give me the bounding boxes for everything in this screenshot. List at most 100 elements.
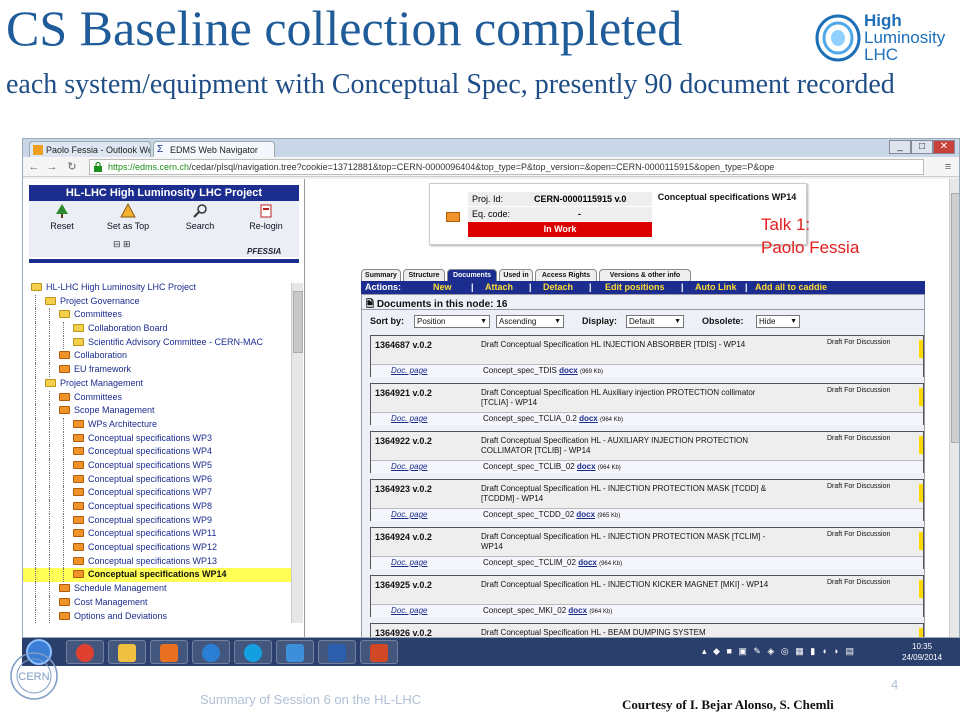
action-separator: |: [745, 282, 748, 292]
system-tray[interactable]: ▴ ◆ ■ ▣ ✎ ◈ ◎ ▦ ▮ ◖ ◗ ▤: [702, 646, 856, 657]
doc-page-link[interactable]: Doc. page: [391, 462, 427, 471]
docx-link[interactable]: docx: [559, 366, 578, 375]
tree-item[interactable]: WPs Architecture: [23, 417, 293, 432]
doc-page-link[interactable]: Doc. page: [391, 558, 427, 567]
taskbar-ie[interactable]: [192, 640, 230, 664]
tree-item[interactable]: Collaboration Board: [23, 322, 293, 336]
action-add-all-to-caddie[interactable]: Add all to caddie: [755, 281, 827, 294]
search-button[interactable]: Search: [167, 203, 233, 231]
sort-order-select[interactable]: Ascending ▼: [496, 315, 564, 328]
tree-item[interactable]: Conceptual specifications WP4: [23, 445, 293, 459]
docx-link[interactable]: docx: [576, 510, 595, 519]
reload-icon[interactable]: ↻: [65, 160, 79, 174]
tree-item[interactable]: Committees: [23, 390, 293, 405]
docx-link[interactable]: docx: [579, 414, 598, 423]
content-scrollbar[interactable]: [949, 179, 959, 637]
lync-icon: [286, 644, 304, 662]
tree-item[interactable]: Conceptual specifications WP13: [23, 554, 293, 569]
tree-connector: [35, 513, 36, 528]
tree-item[interactable]: Project Governance: [23, 294, 293, 309]
file-name: Concept_spec_TCLIB_02: [483, 462, 575, 471]
tab-access-rights[interactable]: Access Rights: [535, 269, 597, 281]
chrome-icon: [76, 644, 94, 662]
tab-outlook[interactable]: Paolo Fessia - Outlook We: [29, 141, 151, 157]
tree-item[interactable]: Collaboration: [23, 349, 293, 364]
tree-item[interactable]: Conceptual specifications WP8: [23, 500, 293, 514]
menu-icon[interactable]: ≡: [941, 160, 955, 174]
document-id[interactable]: 1364924 v.0.2: [375, 532, 432, 542]
tree-item[interactable]: Conceptual specifications WP9: [23, 513, 293, 528]
reset-button[interactable]: Reset: [29, 203, 95, 231]
tree-item[interactable]: Scope Management: [23, 404, 293, 418]
close-button[interactable]: ✕: [933, 140, 955, 154]
action-new[interactable]: New: [433, 281, 452, 294]
sort-by-select[interactable]: Position ▼: [414, 315, 490, 328]
taskbar-skype[interactable]: [234, 640, 272, 664]
document-id[interactable]: 1364925 v.0.2: [375, 580, 432, 590]
doc-page-link[interactable]: Doc. page: [391, 510, 427, 519]
doc-page-link[interactable]: Doc. page: [391, 366, 427, 375]
tree-item[interactable]: Conceptual specifications WP7: [23, 486, 293, 500]
tree-item[interactable]: Conceptual specifications WP6: [23, 472, 293, 487]
document-id[interactable]: 1364687 v.0.2: [375, 340, 432, 350]
set-as-top-button[interactable]: Set as Top: [95, 203, 161, 231]
document-id[interactable]: 1364921 v.0.2: [375, 388, 432, 398]
clock-time: 10:35: [912, 642, 933, 651]
tree-item[interactable]: Schedule Management: [23, 582, 293, 596]
tab-used-in[interactable]: Used in: [499, 269, 533, 281]
folder-icon: [59, 406, 70, 415]
tab-structure[interactable]: Structure: [403, 269, 445, 281]
action-detach[interactable]: Detach: [543, 281, 573, 294]
action-auto-link[interactable]: Auto Link: [695, 281, 737, 294]
document-id[interactable]: 1364926 v.0.2: [375, 628, 432, 637]
tree-scroll-thumb[interactable]: [293, 291, 303, 353]
taskbar-lync[interactable]: [276, 640, 314, 664]
document-id[interactable]: 1364923 v.0.2: [375, 484, 432, 494]
doc-page-link[interactable]: Doc. page: [391, 606, 427, 615]
tree-scrollbar[interactable]: [291, 283, 303, 623]
tree-item[interactable]: Scientific Advisory Committee - CERN-MAC: [23, 335, 293, 350]
doc-page-link[interactable]: Doc. page: [391, 414, 427, 423]
tree-item[interactable]: Options and Deviations: [23, 609, 293, 624]
tree-item-label: Conceptual specifications WP8: [88, 501, 213, 511]
tree-connector: [49, 609, 50, 624]
action-edit-positions[interactable]: Edit positions: [605, 281, 665, 294]
taskbar-clock[interactable]: 10:35 24/09/2014: [902, 641, 942, 663]
tree-item[interactable]: Conceptual specifications WP14: [23, 568, 293, 583]
content-scroll-thumb[interactable]: [951, 193, 959, 443]
obsolete-select[interactable]: Hide ▼: [756, 315, 800, 328]
tree-item[interactable]: EU framework: [23, 363, 293, 377]
display-select[interactable]: Default ▼: [626, 315, 684, 328]
document-entry: 1364923 v.0.2 Draft Conceptual Specificat…: [370, 479, 924, 521]
back-icon[interactable]: ←: [27, 160, 41, 174]
taskbar-powerpoint[interactable]: [360, 640, 398, 664]
tree-item[interactable]: HL-LHC High Luminosity LHC Project: [23, 281, 293, 295]
taskbar-word[interactable]: [318, 640, 356, 664]
docx-link[interactable]: docx: [578, 558, 597, 567]
docx-link[interactable]: docx: [577, 462, 596, 471]
url-input[interactable]: https://edms.cern.ch/cedar/plsql/navigat…: [89, 159, 924, 175]
tab-edms[interactable]: Σ EDMS Web Navigator: [153, 141, 275, 157]
document-id[interactable]: 1364922 v.0.2: [375, 436, 432, 446]
tree-item[interactable]: Conceptual specifications WP11: [23, 527, 293, 542]
tree-item[interactable]: Project Management: [23, 376, 293, 391]
tab-summary[interactable]: Summary: [361, 269, 401, 281]
maximize-button[interactable]: □: [911, 140, 933, 154]
tab-documents[interactable]: Documents: [447, 269, 497, 281]
tree-connector: [63, 335, 64, 350]
docx-link[interactable]: docx: [568, 606, 587, 615]
taskbar-chrome[interactable]: [66, 640, 104, 664]
minimize-button[interactable]: _: [889, 140, 911, 154]
forward-icon[interactable]: →: [45, 160, 59, 174]
taskbar-explorer[interactable]: [108, 640, 146, 664]
relogin-button[interactable]: Re-login: [233, 203, 299, 231]
action-attach[interactable]: Attach: [485, 281, 513, 294]
tree-item[interactable]: Conceptual specifications WP5: [23, 458, 293, 473]
tree-item[interactable]: Cost Management: [23, 595, 293, 610]
tree-connector: [63, 431, 64, 446]
taskbar-media[interactable]: [150, 640, 188, 664]
tree-item[interactable]: Conceptual specifications WP3: [23, 431, 293, 446]
tree-item[interactable]: Conceptual specifications WP12: [23, 541, 293, 555]
tab-versions[interactable]: Versions & other info: [599, 269, 691, 281]
tree-item[interactable]: Committees: [23, 308, 293, 323]
